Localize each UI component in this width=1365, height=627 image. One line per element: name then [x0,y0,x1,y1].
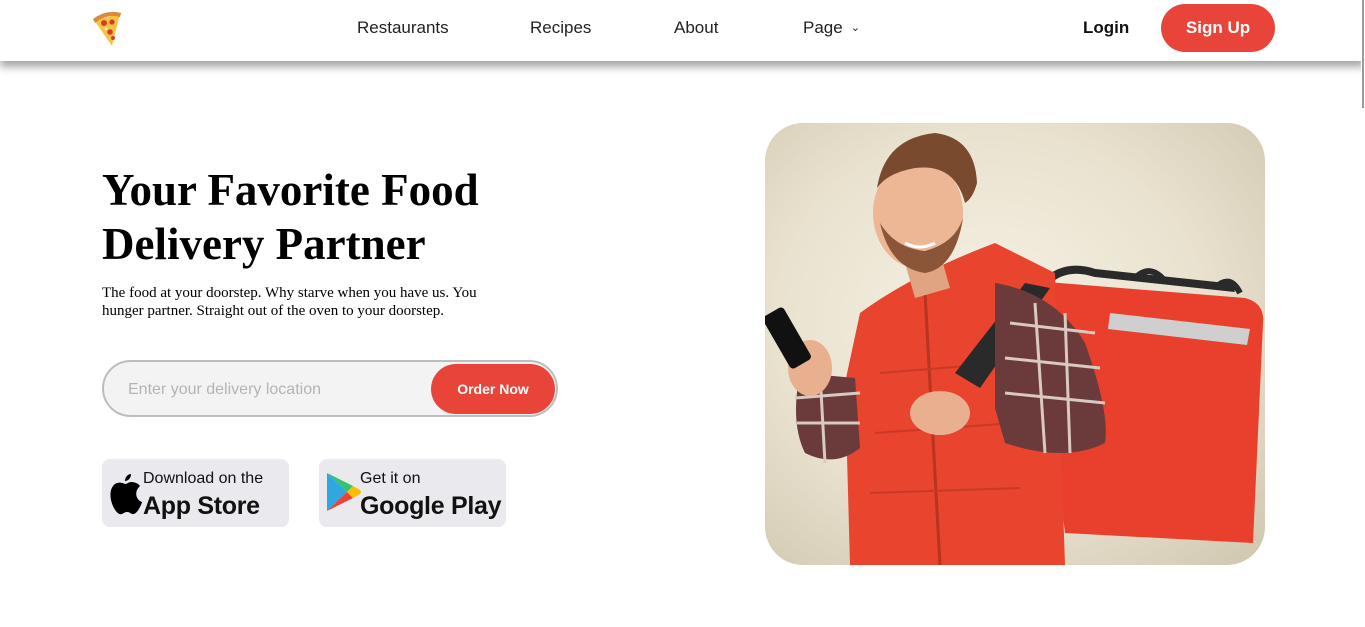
top-navbar: Restaurants Recipes About Page ⌄ Login Si… [0,0,1365,61]
order-now-button[interactable]: Order Now [431,364,555,414]
pizza-slice-icon[interactable] [90,8,126,50]
nav-link-page-dropdown[interactable]: Page ⌄ [803,18,860,38]
app-store-title: App Store [143,492,260,520]
apple-icon [107,470,143,516]
nav-link-page-label: Page [803,18,843,37]
google-play-icon [323,469,361,515]
hero-subtitle: The food at your doorstep. Why starve wh… [102,285,477,319]
google-play-title: Google Play [360,492,502,520]
sign-up-button[interactable]: Sign Up [1161,4,1275,52]
app-store-caption: Download on the [143,470,264,487]
app-store-badge[interactable]: Download on the App Store [102,459,289,527]
hero-title: Your Favorite Food Delivery Partner [102,165,479,269]
page-scrollbar-thumb[interactable] [1362,0,1364,108]
delivery-location-form: Order Now [102,360,558,417]
chevron-down-icon: ⌄ [850,22,860,34]
nav-link-recipes[interactable]: Recipes [530,18,591,38]
nav-link-restaurants[interactable]: Restaurants [357,18,449,38]
google-play-badge[interactable]: Get it on Google Play [319,459,506,527]
nav-link-about[interactable]: About [674,18,718,38]
delivery-man-photo [765,123,1265,565]
google-play-caption: Get it on [360,470,421,487]
delivery-location-input[interactable] [128,378,418,402]
login-link[interactable]: Login [1083,18,1129,38]
